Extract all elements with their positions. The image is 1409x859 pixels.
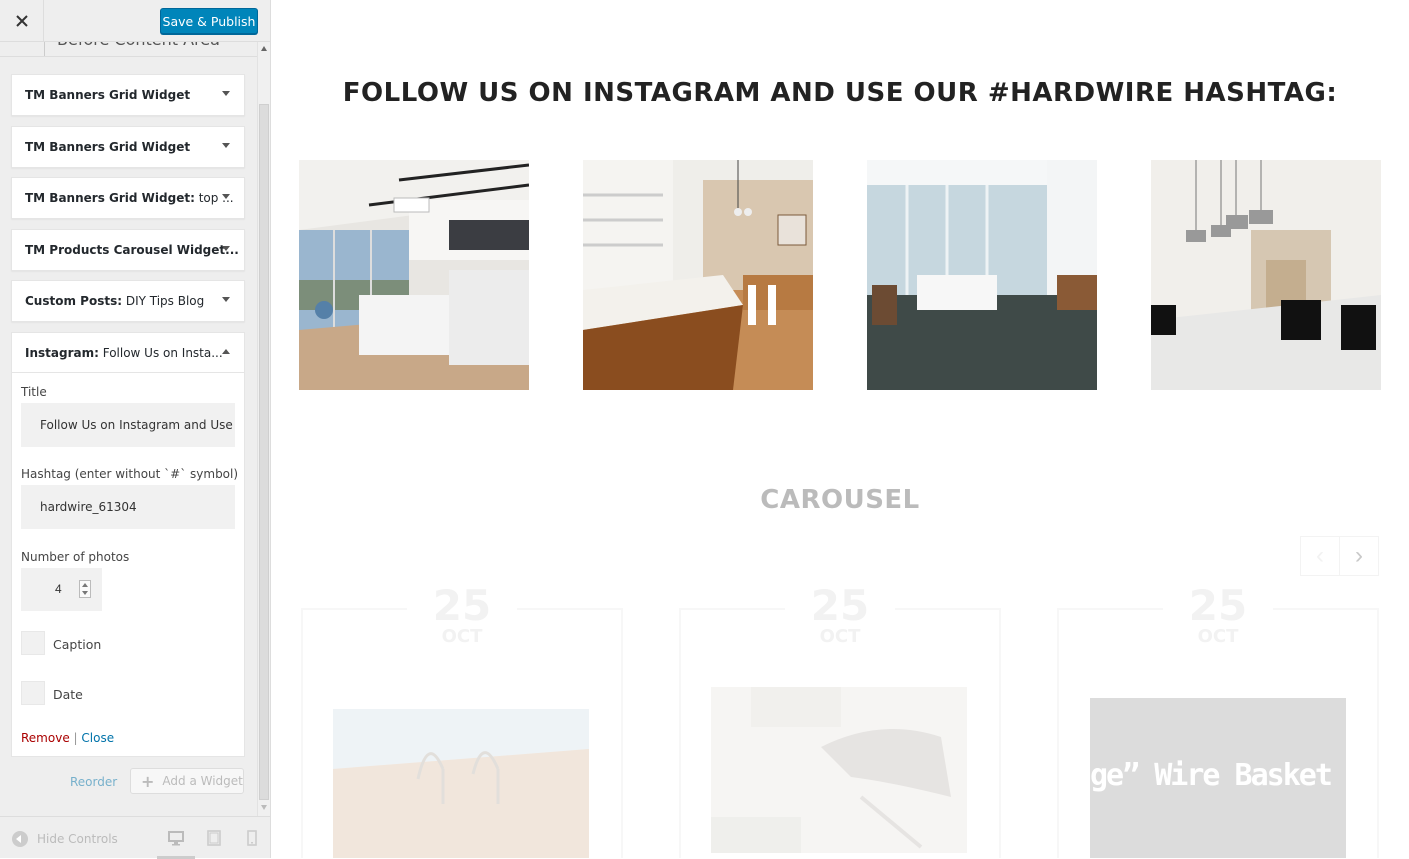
plus-icon: + (141, 771, 155, 791)
post-banner-image[interactable]: ge” Wire Basket From (1090, 698, 1346, 858)
close-customizer-button[interactable] (0, 0, 44, 42)
widget-tm-banners-grid-2[interactable]: TM Banners Grid Widget (11, 126, 245, 168)
widget-tm-banners-grid-1[interactable]: TM Banners Grid Widget (11, 74, 245, 116)
widget-name: Instagram: (25, 346, 99, 360)
add-widget-label: Add a Widget (162, 774, 243, 788)
carousel-next-button[interactable]: › (1339, 536, 1379, 576)
collapse-icon (12, 831, 28, 847)
post-day: 25 (810, 581, 870, 630)
mobile-icon[interactable] (243, 829, 261, 847)
widget-name: TM Banners Grid Widget: (25, 191, 195, 205)
remove-link[interactable]: Remove (21, 731, 70, 745)
hashtag-label: Hashtag (enter without `#` symbol) (21, 467, 239, 481)
scroll-thumb[interactable] (259, 104, 269, 800)
scroll-down-icon[interactable] (261, 805, 267, 810)
instagram-heading: FOLLOW US ON INSTAGRAM AND USE OUR #HARD… (342, 78, 1338, 108)
widget-actions: Remove | Close (21, 731, 114, 745)
expand-arrow-icon[interactable] (222, 246, 230, 251)
spinner-icon[interactable] (79, 580, 91, 598)
instagram-photo[interactable] (299, 160, 529, 390)
banner-text: ge” Wire Basket From (1090, 758, 1346, 793)
close-icon (15, 15, 28, 27)
widget-name: TM Banners Grid Widget (25, 88, 191, 102)
widget-instagram-header[interactable]: Instagram: Follow Us on Insta... (12, 333, 244, 373)
add-widget-button[interactable]: + Add a Widget (130, 768, 244, 794)
photos-value: 4 (55, 582, 62, 596)
expand-arrow-icon[interactable] (222, 91, 230, 96)
post-date: 25 OCT (407, 584, 517, 646)
photos-label: Number of photos (21, 550, 130, 564)
caption-label: Caption (53, 637, 102, 652)
post-image[interactable] (333, 709, 589, 858)
post-month: OCT (441, 626, 483, 647)
carousel-heading: CAROUSEL (760, 485, 920, 515)
close-link[interactable]: Close (81, 731, 114, 745)
post-date: 25 OCT (1163, 584, 1273, 646)
title-label: Title (21, 385, 47, 399)
instagram-photo[interactable] (583, 160, 813, 390)
customizer-footer: Hide Controls (0, 816, 270, 859)
photos-number-input[interactable]: 4 (21, 568, 102, 611)
post-day: 25 (432, 581, 492, 630)
post-month: OCT (819, 626, 861, 647)
section-title: Before Content Area (44, 42, 254, 56)
date-label: Date (53, 687, 83, 702)
desktop-icon[interactable] (167, 829, 185, 847)
widget-custom-posts[interactable]: Custom Posts: DIY Tips Blog (11, 280, 245, 322)
widget-name: TM Banners Grid Widget (25, 140, 191, 154)
widget-name: TM Products Carousel Widget... (25, 243, 239, 257)
widget-subtitle: Follow Us on Insta... (98, 346, 223, 360)
widgets-panel: Before Content Area TM Banners Grid Widg… (0, 42, 257, 816)
instagram-photo[interactable] (867, 160, 1097, 390)
date-checkbox[interactable] (21, 681, 45, 705)
scroll-up-icon[interactable] (261, 46, 267, 51)
caption-checkbox[interactable] (21, 631, 45, 655)
tablet-icon[interactable] (205, 829, 223, 847)
expand-arrow-icon[interactable] (222, 194, 230, 199)
carousel-prev-button[interactable]: ‹ (1300, 536, 1340, 576)
widget-name: Custom Posts: (25, 294, 123, 308)
separator: | (73, 731, 78, 745)
widget-instagram-open: Instagram: Follow Us on Insta... Title F… (11, 332, 245, 757)
title-input[interactable]: Follow Us on Instagram and Use (21, 403, 235, 447)
widget-subtitle: DIY Tips Blog (122, 294, 205, 308)
site-preview: FOLLOW US ON INSTAGRAM AND USE OUR #HARD… (271, 0, 1409, 858)
instagram-photo[interactable] (1151, 160, 1381, 390)
post-month: OCT (1197, 626, 1239, 647)
expand-arrow-icon[interactable] (222, 297, 230, 302)
section-divider (0, 56, 257, 57)
sidebar-scrollbar[interactable] (257, 42, 270, 816)
save-publish-button[interactable]: Save & Publish (160, 8, 258, 34)
hashtag-input[interactable]: hardwire_61304 (21, 485, 235, 529)
widget-tm-products-carousel[interactable]: TM Products Carousel Widget... (11, 229, 245, 271)
customizer-header: Save & Publish (0, 0, 270, 42)
expand-arrow-icon[interactable] (222, 143, 230, 148)
collapse-arrow-icon[interactable] (222, 349, 230, 354)
post-day: 25 (1188, 581, 1248, 630)
hide-controls-label: Hide Controls (37, 832, 118, 846)
post-image[interactable] (711, 687, 967, 853)
widget-tm-banners-grid-top[interactable]: TM Banners Grid Widget: top ... (11, 177, 245, 219)
reorder-link[interactable]: Reorder (70, 775, 117, 789)
customizer-sidebar: Before Content Area TM Banners Grid Widg… (0, 0, 271, 859)
hide-controls-button[interactable]: Hide Controls (12, 831, 118, 847)
post-date: 25 OCT (785, 584, 895, 646)
